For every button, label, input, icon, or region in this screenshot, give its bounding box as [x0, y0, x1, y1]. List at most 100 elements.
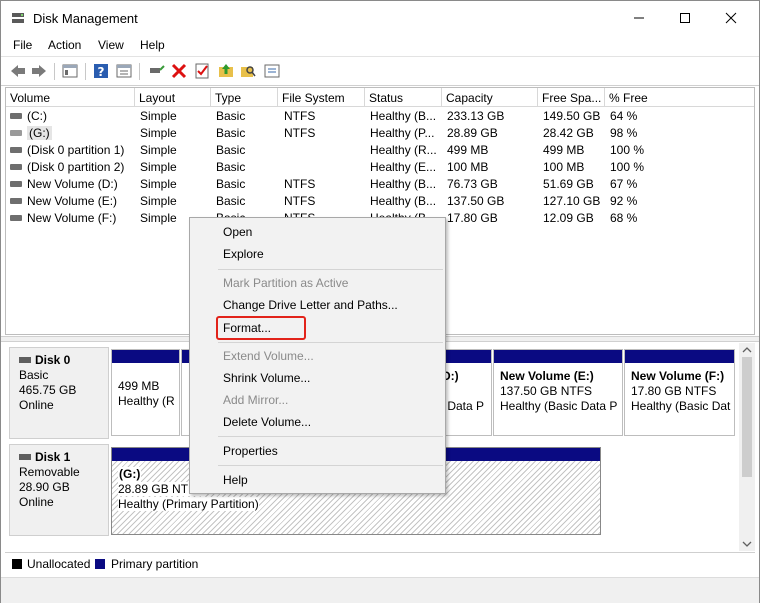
layout-cell: Simple: [140, 109, 177, 123]
back-arrow-icon[interactable]: [9, 62, 27, 80]
status-cell: Healthy (R...: [370, 143, 437, 157]
layout-cell: Simple: [140, 143, 177, 157]
context-menu: Open Explore Mark Partition as Active Ch…: [189, 217, 446, 494]
capacity-cell: 233.13 GB: [447, 109, 505, 123]
properties-icon[interactable]: [115, 62, 133, 80]
menu-item-shrink-volume[interactable]: Shrink Volume...: [223, 371, 310, 385]
disk0-name: Disk 0: [35, 353, 71, 367]
menu-action[interactable]: Action: [48, 38, 81, 52]
close-button[interactable]: [708, 1, 754, 35]
partition-disk0-f[interactable]: New Volume (F:) 17.80 GB NTFS Healthy (B…: [624, 349, 735, 436]
volume-name: (Disk 0 partition 1): [27, 143, 125, 157]
volume-name: New Volume (D:): [27, 177, 118, 191]
status-cell: Healthy (B...: [370, 177, 437, 191]
menu-item-change-drive-letter[interactable]: Change Drive Letter and Paths...: [223, 298, 398, 312]
capacity-cell: 499 MB: [447, 143, 489, 157]
column-header-volume[interactable]: Volume: [6, 88, 135, 107]
menu-view[interactable]: View: [98, 38, 124, 52]
disk0-label[interactable]: Disk 0 Basic 465.75 GB Online: [9, 347, 109, 439]
table-row[interactable]: New Volume (D:) Simple Basic NTFS Health…: [6, 176, 754, 193]
partition-label: New Volume (E:): [500, 369, 594, 383]
menu-item-properties[interactable]: Properties: [223, 444, 278, 458]
capacity-cell: 28.89 GB: [447, 126, 498, 140]
disk1-size: 28.90 GB: [19, 480, 70, 494]
menu-item-help[interactable]: Help: [223, 473, 248, 487]
disk1-label[interactable]: Disk 1 Removable 28.90 GB Online: [9, 444, 109, 536]
volume-name: (C:): [27, 109, 47, 123]
disk-management-icon: [12, 13, 24, 23]
settings-list-icon[interactable]: [263, 62, 281, 80]
volume-icon: [10, 112, 22, 119]
column-header-capacity[interactable]: Capacity: [442, 88, 538, 107]
unallocated-swatch: [12, 559, 22, 569]
partition-status: Healthy (R: [118, 394, 175, 408]
menu-file[interactable]: File: [13, 38, 32, 52]
type-cell: Basic: [216, 177, 246, 191]
minimize-button[interactable]: [616, 1, 662, 35]
volume-icon: [10, 197, 22, 204]
status-cell: Healthy (E...: [370, 160, 437, 174]
menu-item-extend-volume: Extend Volume...: [223, 349, 314, 363]
primary-partition-bar: [112, 350, 179, 363]
scroll-up-arrow-icon[interactable]: [742, 346, 752, 354]
title-bar[interactable]: Disk Management: [1, 1, 759, 35]
capacity-cell: 76.73 GB: [447, 177, 498, 191]
maximize-button[interactable]: [662, 1, 708, 35]
column-header-type[interactable]: Type: [211, 88, 278, 107]
connect-icon[interactable]: [147, 62, 165, 80]
column-header-layout[interactable]: Layout: [135, 88, 211, 107]
primary-partition-bar: [625, 350, 734, 363]
disk1-type: Removable: [19, 465, 80, 479]
volume-icon: [10, 163, 22, 170]
help-icon[interactable]: ?: [92, 62, 110, 80]
menu-item-delete-volume[interactable]: Delete Volume...: [223, 415, 311, 429]
partition-status: Healthy (Basic Dat: [631, 399, 731, 413]
status-bar: [1, 577, 759, 603]
column-header-file-system[interactable]: File System: [278, 88, 365, 107]
volume-name: New Volume (E:): [27, 194, 118, 208]
folder-up-icon[interactable]: [217, 62, 235, 80]
partition-label: New Volume (F:): [631, 369, 725, 383]
svg-text:?: ?: [98, 65, 105, 79]
column-header-free-space[interactable]: Free Spa...: [538, 88, 605, 107]
type-cell: Basic: [216, 126, 246, 140]
forward-arrow-icon[interactable]: [30, 62, 48, 80]
scroll-down-arrow-icon[interactable]: [742, 540, 752, 548]
checklist-icon[interactable]: [193, 62, 211, 80]
free-cell: 51.69 GB: [543, 177, 594, 191]
menu-item-open[interactable]: Open: [223, 225, 252, 239]
volume-icon: [10, 180, 22, 187]
vertical-scrollbar[interactable]: [739, 343, 755, 551]
delete-x-icon[interactable]: [170, 62, 188, 80]
partition-label: (G:): [118, 467, 142, 482]
table-row[interactable]: (Disk 0 partition 2) Simple Basic Health…: [6, 159, 754, 176]
column-header-percent-free[interactable]: % Free: [605, 88, 754, 107]
type-cell: Basic: [216, 194, 246, 208]
pct-cell: 92 %: [610, 194, 638, 208]
menu-item-add-mirror: Add Mirror...: [223, 393, 289, 407]
window-title: Disk Management: [33, 11, 138, 26]
volume-icon: [10, 146, 22, 153]
console-tree-icon[interactable]: [61, 62, 79, 80]
table-row[interactable]: New Volume (E:) Simple Basic NTFS Health…: [6, 193, 754, 210]
primary-partition-swatch: [95, 559, 105, 569]
table-row[interactable]: (C:) Simple Basic NTFS Healthy (B... 233…: [6, 108, 754, 125]
capacity-cell: 137.50 GB: [447, 194, 505, 208]
disk-icon: [19, 356, 31, 363]
table-row[interactable]: (G:) Simple Basic NTFS Healthy (P... 28.…: [6, 125, 754, 142]
fs-cell: NTFS: [284, 109, 316, 123]
scrollbar-thumb[interactable]: [742, 357, 752, 477]
status-cell: Healthy (P...: [370, 126, 435, 140]
pct-cell: 100 %: [610, 143, 645, 157]
volume-name: (Disk 0 partition 2): [27, 160, 125, 174]
menu-help[interactable]: Help: [140, 38, 165, 52]
table-row[interactable]: (Disk 0 partition 1) Simple Basic Health…: [6, 142, 754, 159]
layout-cell: Simple: [140, 194, 177, 208]
pct-cell: 68 %: [610, 211, 638, 225]
maximize-icon: [680, 13, 690, 23]
partition-disk0-e[interactable]: New Volume (E:) 137.50 GB NTFS Healthy (…: [493, 349, 623, 436]
column-header-status[interactable]: Status: [365, 88, 442, 107]
menu-item-explore[interactable]: Explore: [223, 247, 264, 261]
partition-disk0-p1[interactable]: 499 MB Healthy (R: [111, 349, 180, 436]
search-folder-icon[interactable]: [239, 62, 257, 80]
